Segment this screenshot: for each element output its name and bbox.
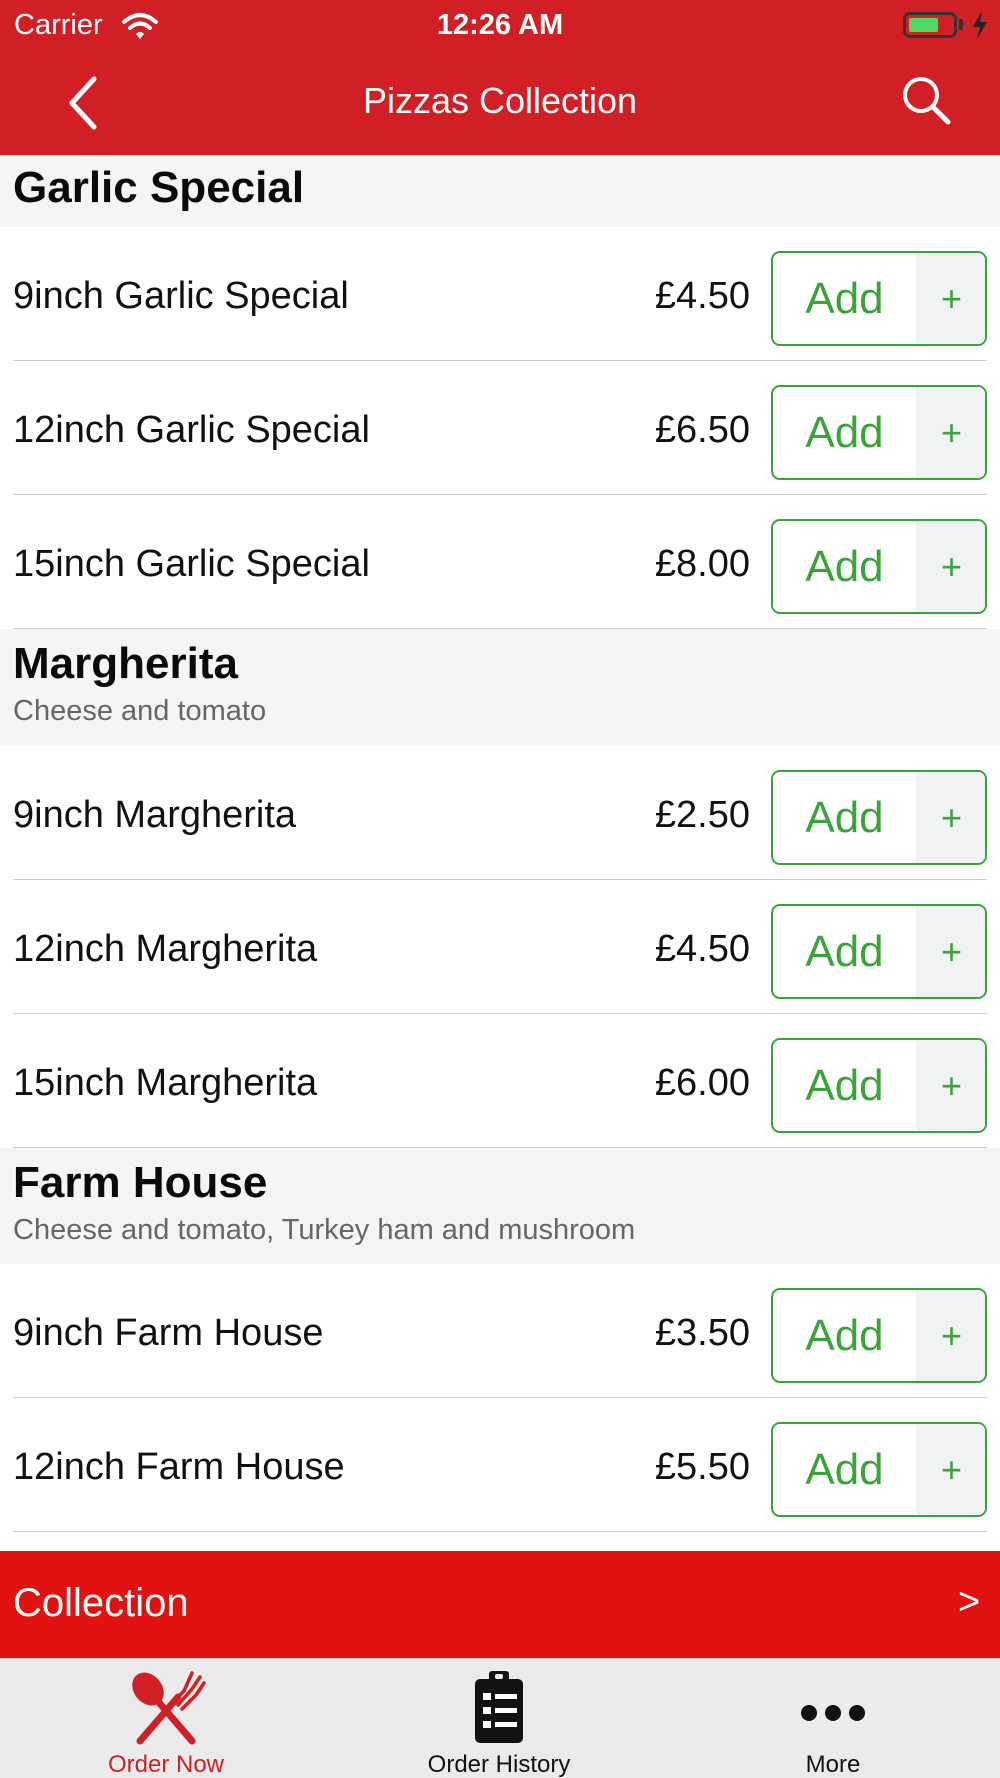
battery-icon xyxy=(903,12,957,38)
section-header-farm-house: Farm House Cheese and tomato, Turkey ham… xyxy=(0,1148,1000,1264)
plus-icon: + xyxy=(916,906,985,997)
section-description: Cheese and tomato xyxy=(13,695,267,727)
clipboard-icon xyxy=(475,1671,523,1743)
tab-more[interactable]: More xyxy=(733,1659,933,1778)
item-price: £2.50 xyxy=(654,794,750,836)
collection-label: Collection xyxy=(13,1581,189,1625)
item-price: £8.00 xyxy=(654,543,750,585)
battery-tip xyxy=(959,19,963,30)
plus-icon: + xyxy=(916,1040,985,1131)
menu-item-row: 9inch Farm House £3.50 Add + xyxy=(0,1264,1000,1398)
item-price: £6.00 xyxy=(654,1062,750,1104)
fork-knife-icon xyxy=(132,1671,206,1745)
item-name: 15inch Margherita xyxy=(13,1062,318,1104)
tab-label: Order Now xyxy=(107,1751,225,1778)
add-label: Add xyxy=(805,1445,884,1494)
plus-icon: + xyxy=(916,253,985,344)
plus-icon: + xyxy=(916,387,985,478)
more-dots-icon xyxy=(801,1705,865,1721)
menu-item-row: 15inch Margherita £6.00 Add + xyxy=(0,1014,1000,1148)
divider xyxy=(13,1531,987,1532)
page-title: Pizzas Collection xyxy=(362,80,638,121)
status-time: 12:26 AM xyxy=(436,9,564,41)
add-label: Add xyxy=(805,408,884,457)
item-name: 15inch Garlic Special xyxy=(13,543,370,585)
chevron-right-icon: > xyxy=(958,1581,981,1623)
add-button[interactable]: Add + xyxy=(771,1288,987,1383)
add-button[interactable]: Add + xyxy=(771,1038,987,1133)
plus-icon: + xyxy=(916,1424,985,1515)
add-label: Add xyxy=(805,927,884,976)
nav-bar: Pizzas Collection xyxy=(0,50,1000,155)
status-bar: Carrier 12:26 AM xyxy=(0,0,1000,50)
add-label: Add xyxy=(805,793,884,842)
add-button[interactable]: Add + xyxy=(771,770,987,865)
plus-icon: + xyxy=(916,772,985,863)
item-price: £4.50 xyxy=(654,275,750,317)
add-button[interactable]: Add + xyxy=(771,251,987,346)
menu-item-row: 15inch Garlic Special £8.00 Add + xyxy=(0,495,1000,629)
menu-list: Garlic Special 9inch Garlic Special £4.5… xyxy=(0,155,1000,1551)
item-price: £5.50 xyxy=(654,1446,750,1488)
menu-item-row: 12inch Garlic Special £6.50 Add + xyxy=(0,361,1000,495)
menu-item-row: 12inch Margherita £4.50 Add + xyxy=(0,880,1000,1014)
item-name: 9inch Garlic Special xyxy=(13,275,349,317)
section-title: Garlic Special xyxy=(13,163,305,212)
item-name: 9inch Farm House xyxy=(13,1312,324,1354)
charging-bolt-icon xyxy=(973,11,987,39)
tab-order-history[interactable]: Order History xyxy=(399,1659,599,1778)
menu-item-row: 12inch Farm House £5.50 Add + xyxy=(0,1398,1000,1532)
menu-item-row: 9inch Garlic Special £4.50 Add + xyxy=(0,227,1000,361)
item-name: 12inch Farm House xyxy=(13,1446,345,1488)
tab-bar: Order Now Order History More xyxy=(0,1658,1000,1778)
item-price: £6.50 xyxy=(654,409,750,451)
menu-item-row: 9inch Margherita £2.50 Add + xyxy=(0,746,1000,880)
tab-order-now[interactable]: Order Now xyxy=(66,1659,266,1778)
tab-label: Order History xyxy=(427,1751,571,1778)
section-header-garlic-special: Garlic Special xyxy=(0,155,1000,227)
add-button[interactable]: Add + xyxy=(771,904,987,999)
add-label: Add xyxy=(805,1311,884,1360)
section-title: Margherita xyxy=(13,639,238,688)
collection-bar[interactable]: Collection > xyxy=(0,1551,1000,1658)
add-label: Add xyxy=(805,542,884,591)
plus-icon: + xyxy=(916,1290,985,1381)
section-header-margherita: Margherita Cheese and tomato xyxy=(0,629,1000,746)
tab-label: More xyxy=(805,1751,861,1778)
search-icon[interactable] xyxy=(898,72,954,128)
add-button[interactable]: Add + xyxy=(771,519,987,614)
item-name: 12inch Margherita xyxy=(13,928,318,970)
item-name: 12inch Garlic Special xyxy=(13,409,370,451)
add-button[interactable]: Add + xyxy=(771,385,987,480)
add-label: Add xyxy=(805,1061,884,1110)
section-description: Cheese and tomato, Turkey ham and mushro… xyxy=(13,1214,636,1246)
plus-icon: + xyxy=(916,521,985,612)
item-price: £4.50 xyxy=(654,928,750,970)
add-button[interactable]: Add + xyxy=(771,1422,987,1517)
section-title: Farm House xyxy=(13,1158,268,1207)
add-label: Add xyxy=(805,274,884,323)
top-bar: Carrier 12:26 AM Pizzas Collection xyxy=(0,0,1000,155)
item-price: £3.50 xyxy=(654,1312,750,1354)
item-name: 9inch Margherita xyxy=(13,794,297,836)
battery-level-fill xyxy=(909,18,938,32)
